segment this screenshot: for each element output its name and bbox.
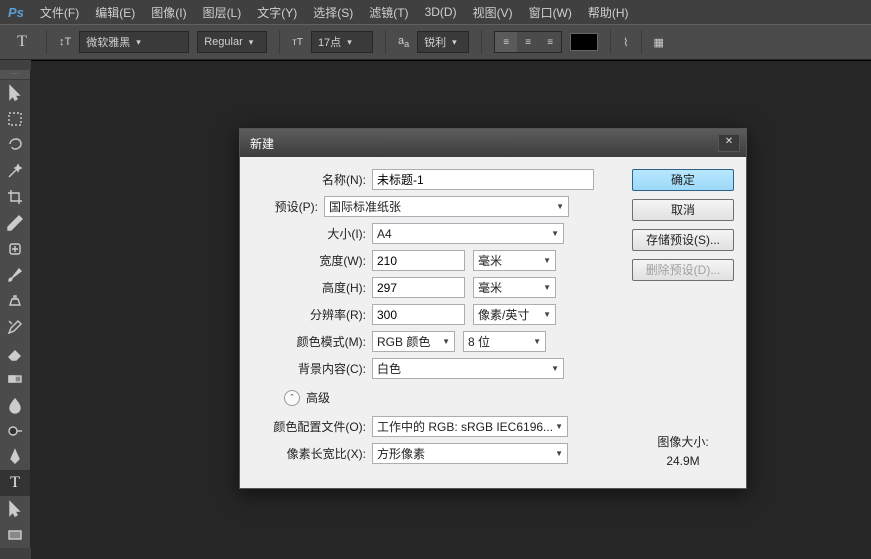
background-label: 背景内容(C):	[248, 360, 372, 377]
pixel-aspect-select[interactable]: 方形像素▼	[372, 443, 568, 464]
height-label: 高度(H):	[248, 279, 372, 296]
rectangle-tool[interactable]	[0, 522, 30, 548]
align-center-button[interactable]: ≡	[517, 32, 539, 52]
tools-panel: ⋯ T	[0, 70, 31, 548]
eraser-tool[interactable]	[0, 340, 30, 366]
size-select[interactable]: A4▼	[372, 223, 564, 244]
lasso-tool[interactable]	[0, 132, 30, 158]
advanced-toggle[interactable]: ˆ	[284, 390, 300, 406]
color-mode-select[interactable]: RGB 颜色▼	[372, 331, 455, 352]
width-label: 宽度(W):	[248, 252, 372, 269]
close-button[interactable]: ✕	[718, 134, 740, 152]
pen-tool[interactable]	[0, 444, 30, 470]
active-tool-icon: T	[10, 30, 34, 54]
text-orientation-icon[interactable]: ↕T	[59, 36, 71, 48]
color-profile-select[interactable]: 工作中的 RGB: sRGB IEC6196...▼	[372, 416, 568, 437]
font-family-select[interactable]: 微软雅黑▾	[79, 31, 189, 53]
healing-brush-tool[interactable]	[0, 236, 30, 262]
width-input[interactable]	[372, 250, 465, 271]
menu-filter[interactable]: 滤镜(T)	[369, 4, 408, 21]
crop-tool[interactable]	[0, 184, 30, 210]
panel-grip[interactable]: ⋯	[0, 70, 30, 80]
name-label: 名称(N):	[248, 171, 372, 188]
menu-window[interactable]: 窗口(W)	[529, 4, 572, 21]
image-size-display: 图像大小: 24.9M	[632, 429, 734, 472]
dialog-form: 名称(N): 预设(P): 国际标准纸张▼ 大小(I): A4▼ 宽度(W): …	[248, 169, 620, 472]
path-selection-tool[interactable]	[0, 496, 30, 522]
menu-help[interactable]: 帮助(H)	[588, 4, 629, 21]
height-unit-select[interactable]: 毫米▼	[473, 277, 556, 298]
font-weight-select[interactable]: Regular▾	[197, 31, 267, 53]
preset-label: 预设(P):	[248, 198, 324, 215]
dodge-tool[interactable]	[0, 418, 30, 444]
aa-icon: aa	[398, 35, 409, 49]
app-logo: Ps	[8, 5, 24, 20]
aspect-label: 像素长宽比(X):	[248, 445, 372, 462]
dialog-title: 新建	[250, 135, 274, 152]
clone-stamp-tool[interactable]	[0, 288, 30, 314]
dialog-titlebar[interactable]: 新建 ✕	[240, 129, 746, 157]
height-input[interactable]	[372, 277, 465, 298]
eyedropper-tool[interactable]	[0, 210, 30, 236]
menu-layer[interactable]: 图层(L)	[203, 4, 242, 21]
font-size-icon: тT	[292, 37, 303, 48]
preset-select[interactable]: 国际标准纸张▼	[324, 196, 569, 217]
ok-button[interactable]: 确定	[632, 169, 734, 191]
resolution-label: 分辨率(R):	[248, 306, 372, 323]
bit-depth-select[interactable]: 8 位▼	[463, 331, 546, 352]
char-panel-icon[interactable]: ▦	[654, 36, 664, 49]
history-brush-tool[interactable]	[0, 314, 30, 340]
font-size-select[interactable]: 17点▾	[311, 31, 373, 53]
dialog-side: 确定 取消 存储预设(S)... 删除预设(D)... 图像大小: 24.9M	[632, 169, 734, 472]
menu-file[interactable]: 文件(F)	[40, 4, 79, 21]
cancel-button[interactable]: 取消	[632, 199, 734, 221]
gradient-tool[interactable]	[0, 366, 30, 392]
delete-preset-button[interactable]: 删除预设(D)...	[632, 259, 734, 281]
resolution-unit-select[interactable]: 像素/英寸▼	[473, 304, 556, 325]
new-document-dialog: 新建 ✕ 名称(N): 预设(P): 国际标准纸张▼ 大小(I): A4▼ 宽度…	[239, 128, 747, 489]
align-right-button[interactable]: ≡	[539, 32, 561, 52]
text-align-group: ≡ ≡ ≡	[494, 31, 562, 53]
advanced-label: 高级	[306, 389, 330, 406]
name-input[interactable]	[372, 169, 594, 190]
menu-3d[interactable]: 3D(D)	[425, 5, 457, 19]
width-unit-select[interactable]: 毫米▼	[473, 250, 556, 271]
align-left-button[interactable]: ≡	[495, 32, 517, 52]
text-color-swatch[interactable]	[570, 33, 598, 51]
profile-label: 颜色配置文件(O):	[248, 418, 372, 435]
menubar: Ps 文件(F) 编辑(E) 图像(I) 图层(L) 文字(Y) 选择(S) 滤…	[0, 0, 871, 24]
size-label: 大小(I):	[248, 225, 372, 242]
menu-view[interactable]: 视图(V)	[473, 4, 513, 21]
brush-tool[interactable]	[0, 262, 30, 288]
marquee-tool[interactable]	[0, 106, 30, 132]
magic-wand-tool[interactable]	[0, 158, 30, 184]
antialias-select[interactable]: 锐利▾	[417, 31, 469, 53]
menu-edit[interactable]: 编辑(E)	[95, 4, 135, 21]
type-tool[interactable]: T	[0, 470, 30, 496]
menu-select[interactable]: 选择(S)	[313, 4, 353, 21]
color-mode-label: 颜色模式(M):	[248, 333, 372, 350]
warp-text-icon[interactable]: ⌇	[623, 36, 628, 49]
move-tool[interactable]	[0, 80, 30, 106]
menu-image[interactable]: 图像(I)	[151, 4, 186, 21]
resolution-input[interactable]	[372, 304, 465, 325]
save-preset-button[interactable]: 存储预设(S)...	[632, 229, 734, 251]
background-select[interactable]: 白色▼	[372, 358, 564, 379]
options-bar: T ↕T 微软雅黑▾ Regular▾ тT 17点▾ aa 锐利▾ ≡ ≡ ≡…	[0, 24, 871, 60]
blur-tool[interactable]	[0, 392, 30, 418]
menu-type[interactable]: 文字(Y)	[257, 4, 297, 21]
